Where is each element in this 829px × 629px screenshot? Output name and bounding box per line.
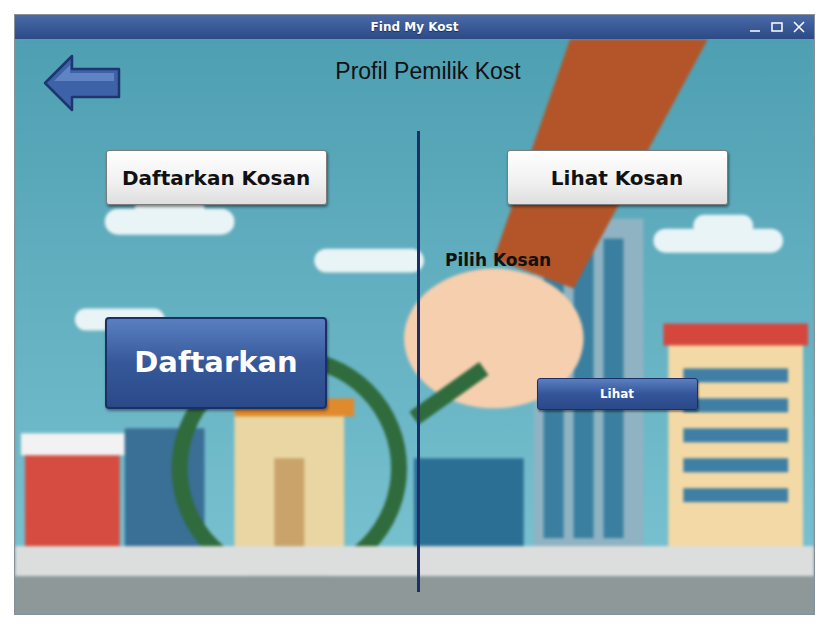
- content-area: Profil Pemilik Kost Daftarkan Kosan Daft…: [15, 39, 814, 614]
- window-title: Find My Kost: [371, 20, 459, 34]
- maximize-icon[interactable]: [770, 20, 784, 34]
- register-heading-button[interactable]: Daftarkan Kosan: [106, 150, 327, 205]
- view-button[interactable]: Lihat: [537, 378, 698, 410]
- divider: [417, 131, 420, 592]
- choose-label: Pilih Kosan: [445, 248, 551, 274]
- close-icon[interactable]: [792, 20, 806, 34]
- app-window: Find My Kost: [14, 14, 815, 615]
- view-panel: Lihat Kosan Pilih Kosan Lihat: [420, 131, 814, 592]
- minimize-icon[interactable]: [748, 20, 762, 34]
- page-title: Profil Pemilik Kost: [335, 54, 520, 89]
- register-button[interactable]: Daftarkan: [105, 317, 327, 409]
- title-bar: Find My Kost: [15, 15, 814, 39]
- view-heading-button[interactable]: Lihat Kosan: [507, 150, 728, 205]
- window-controls: [740, 15, 806, 39]
- back-arrow-icon[interactable]: [42, 53, 122, 113]
- register-panel: Daftarkan Kosan Daftarkan: [15, 131, 417, 592]
